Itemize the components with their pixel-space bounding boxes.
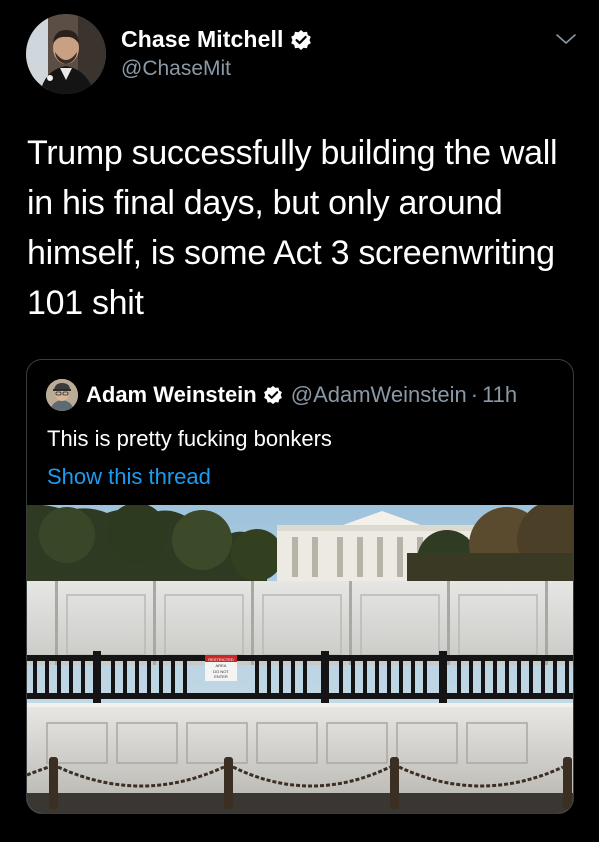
restricted-area-sign: RESTRICTED AREA DO NOT ENTER — [205, 655, 237, 681]
author-name-row[interactable]: Chase Mitchell — [121, 26, 312, 53]
verified-badge-icon — [263, 385, 283, 405]
quoted-tweet[interactable]: Adam Weinstein @AdamWeinstein · 11h This… — [26, 359, 574, 814]
tweet-text: Trump successfully building the wall in … — [27, 134, 558, 322]
quoted-timestamp[interactable]: 11h — [482, 382, 517, 408]
sign-line-2: AREA — [216, 663, 227, 668]
tweet: Chase Mitchell @ChaseMit Trump successfu… — [0, 0, 599, 842]
quoted-author-name[interactable]: Adam Weinstein — [86, 382, 257, 408]
quoted-photo[interactable]: RESTRICTED AREA DO NOT ENTER — [27, 500, 573, 813]
quoted-header: Adam Weinstein @AdamWeinstein · 11h — [86, 382, 517, 408]
author-name[interactable]: Chase Mitchell — [121, 26, 283, 53]
quoted-author-avatar[interactable] — [46, 379, 78, 411]
sign-line-4: ENTER — [214, 674, 228, 679]
author-handle[interactable]: @ChaseMit — [121, 57, 231, 81]
show-thread-link[interactable]: Show this thread — [47, 464, 211, 490]
chevron-down-icon[interactable] — [554, 30, 578, 48]
quoted-text: This is pretty fucking bonkers — [47, 426, 332, 451]
author-avatar[interactable] — [26, 14, 106, 94]
separator-dot: · — [470, 382, 479, 407]
sign-line-1: RESTRICTED — [208, 657, 234, 662]
quoted-author-handle[interactable]: @AdamWeinstein — [291, 382, 467, 408]
verified-badge-icon — [290, 29, 312, 51]
